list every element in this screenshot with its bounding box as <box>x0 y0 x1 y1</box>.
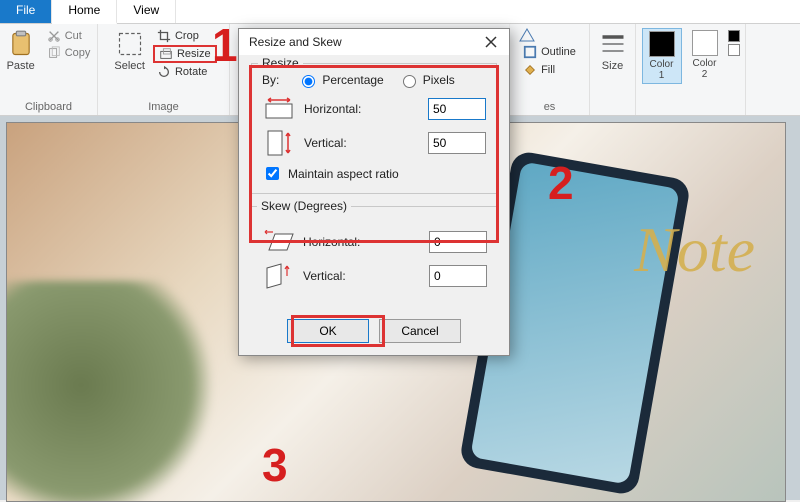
tab-view[interactable]: View <box>117 0 176 23</box>
group-image-label: Image <box>148 99 179 113</box>
photo-note-text: Note <box>634 213 755 287</box>
size-label: Size <box>602 60 623 72</box>
resize-button[interactable]: Resize <box>153 45 217 63</box>
radio-percentage-input[interactable] <box>302 75 315 88</box>
ok-button[interactable]: OK <box>287 319 369 343</box>
crop-button[interactable]: Crop <box>153 28 217 44</box>
fill-icon <box>523 63 537 77</box>
cut-button[interactable]: Cut <box>43 28 95 44</box>
skew-horizontal-icon <box>261 229 295 255</box>
skew-horizontal-label: Horizontal: <box>303 235 421 249</box>
color2-swatch <box>692 30 718 56</box>
palette-white[interactable] <box>728 44 740 56</box>
color2-label: Color 2 <box>693 58 717 80</box>
clipboard-icon <box>7 30 35 58</box>
outline-label: Outline <box>541 46 576 58</box>
color1-button[interactable]: Color 1 <box>642 28 682 84</box>
radio-pixels-label: Pixels <box>423 73 455 87</box>
maintain-aspect-input[interactable] <box>266 167 279 180</box>
crop-label: Crop <box>175 30 199 42</box>
cancel-button[interactable]: Cancel <box>379 319 461 343</box>
paste-button[interactable]: Paste <box>3 28 39 74</box>
radio-pixels[interactable]: Pixels <box>398 72 455 88</box>
resize-horizontal-label: Horizontal: <box>304 102 420 116</box>
size-icon <box>599 30 627 58</box>
radio-percentage[interactable]: Percentage <box>297 72 383 88</box>
fill-label: Fill <box>541 64 555 76</box>
outline-icon <box>523 45 537 59</box>
palette-black[interactable] <box>728 30 740 42</box>
shape-triangle-icon[interactable] <box>519 28 535 42</box>
select-button[interactable]: Select <box>110 28 149 74</box>
radio-pixels-input[interactable] <box>403 75 416 88</box>
select-icon <box>116 30 144 58</box>
resize-horizontal-icon <box>262 96 296 122</box>
select-label: Select <box>114 60 145 72</box>
group-colors: Color 1 Color 2 <box>636 24 746 115</box>
by-label: By: <box>262 73 279 87</box>
resize-vertical-input[interactable] <box>428 132 486 154</box>
window-tabs: File Home View <box>0 0 800 24</box>
rotate-label: Rotate <box>175 66 207 78</box>
outline-button[interactable]: Outline <box>519 44 580 60</box>
maintain-aspect-label: Maintain aspect ratio <box>288 167 399 181</box>
group-image: Select Crop Resize Rotate Image <box>98 24 230 115</box>
fill-button[interactable]: Fill <box>519 62 559 78</box>
group-size: Size <box>590 24 636 115</box>
rotate-icon <box>157 65 171 79</box>
dialog-titlebar[interactable]: Resize and Skew <box>239 29 509 55</box>
skew-vertical-icon <box>261 263 295 289</box>
copy-label: Copy <box>65 47 91 59</box>
color1-label: Color 1 <box>650 59 674 81</box>
radio-percentage-label: Percentage <box>322 73 383 87</box>
skew-legend: Skew (Degrees) <box>257 199 351 213</box>
close-icon[interactable] <box>485 36 501 48</box>
dialog-title: Resize and Skew <box>249 35 342 49</box>
resize-skew-dialog: Resize and Skew Resize By: Percentage Pi… <box>238 28 510 356</box>
skew-horizontal-input[interactable] <box>429 231 487 253</box>
resize-horizontal-input[interactable] <box>428 98 486 120</box>
rotate-button[interactable]: Rotate <box>153 64 217 80</box>
resize-vertical-icon <box>262 130 296 156</box>
skew-vertical-input[interactable] <box>429 265 487 287</box>
maintain-aspect-checkbox[interactable]: Maintain aspect ratio <box>262 164 486 183</box>
crop-icon <box>157 29 171 43</box>
group-shapes-edge: Outline Fill es <box>510 24 590 115</box>
tab-file[interactable]: File <box>0 0 52 23</box>
palette-strip <box>728 28 740 56</box>
color2-button[interactable]: Color 2 <box>686 28 724 82</box>
skew-fieldset: Skew (Degrees) Horizontal: Vertical: <box>251 206 497 307</box>
scissors-icon <box>47 29 61 43</box>
group-clipboard-label: Clipboard <box>25 99 72 113</box>
resize-fieldset: Resize By: Percentage Pixels Horizontal: <box>251 63 497 194</box>
skew-vertical-label: Vertical: <box>303 269 421 283</box>
paste-label: Paste <box>7 60 35 72</box>
cut-label: Cut <box>65 30 82 42</box>
photo-leaf <box>6 281 237 502</box>
tab-home[interactable]: Home <box>52 0 117 24</box>
resize-icon <box>159 47 173 61</box>
copy-icon <box>47 46 61 60</box>
group-clipboard: Paste Cut Copy Clipboard <box>0 24 98 115</box>
resize-legend: Resize <box>258 56 303 70</box>
resize-vertical-label: Vertical: <box>304 136 420 150</box>
copy-button[interactable]: Copy <box>43 45 95 61</box>
color1-swatch <box>649 31 675 57</box>
resize-label: Resize <box>177 48 211 60</box>
size-button[interactable]: Size <box>595 28 631 74</box>
